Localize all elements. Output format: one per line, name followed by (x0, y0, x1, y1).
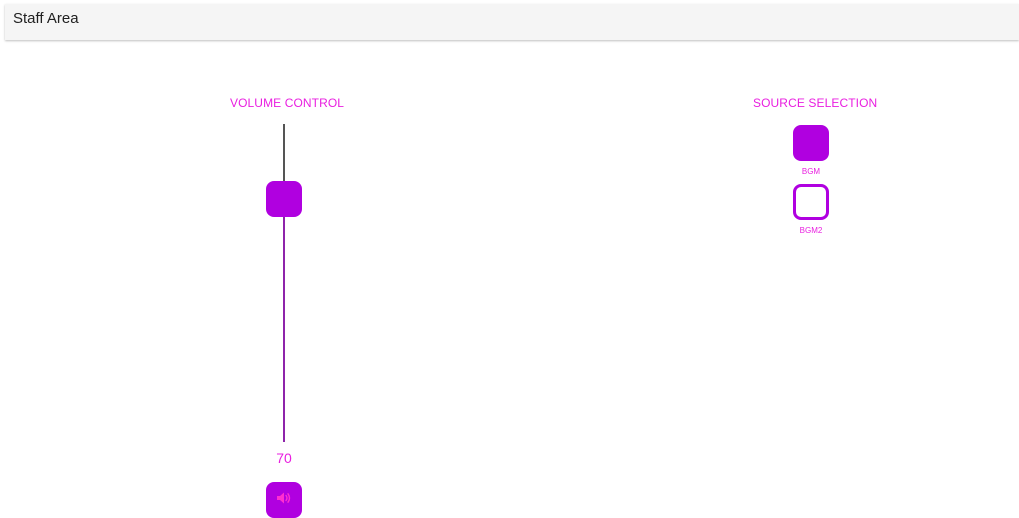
app-bar: Staff Area (5, 4, 1019, 40)
volume-slider[interactable] (266, 124, 302, 442)
app-title: Staff Area (13, 10, 79, 27)
source-button-bgm2[interactable] (793, 184, 829, 220)
slider-track-upper[interactable] (283, 124, 285, 181)
source-selection-label: SOURCE SELECTION (753, 96, 878, 110)
volume-value: 70 (276, 450, 292, 466)
slider-thumb[interactable] (266, 181, 302, 217)
source-label-bgm: BGM (801, 167, 821, 176)
slider-track-lower[interactable] (283, 217, 285, 442)
source-button-bgm[interactable] (793, 125, 829, 161)
speaker-icon (276, 491, 292, 510)
source-label-bgm2: BGM2 (799, 226, 823, 235)
volume-control-label: VOLUME CONTROL (230, 96, 345, 110)
mute-button[interactable] (266, 482, 302, 518)
